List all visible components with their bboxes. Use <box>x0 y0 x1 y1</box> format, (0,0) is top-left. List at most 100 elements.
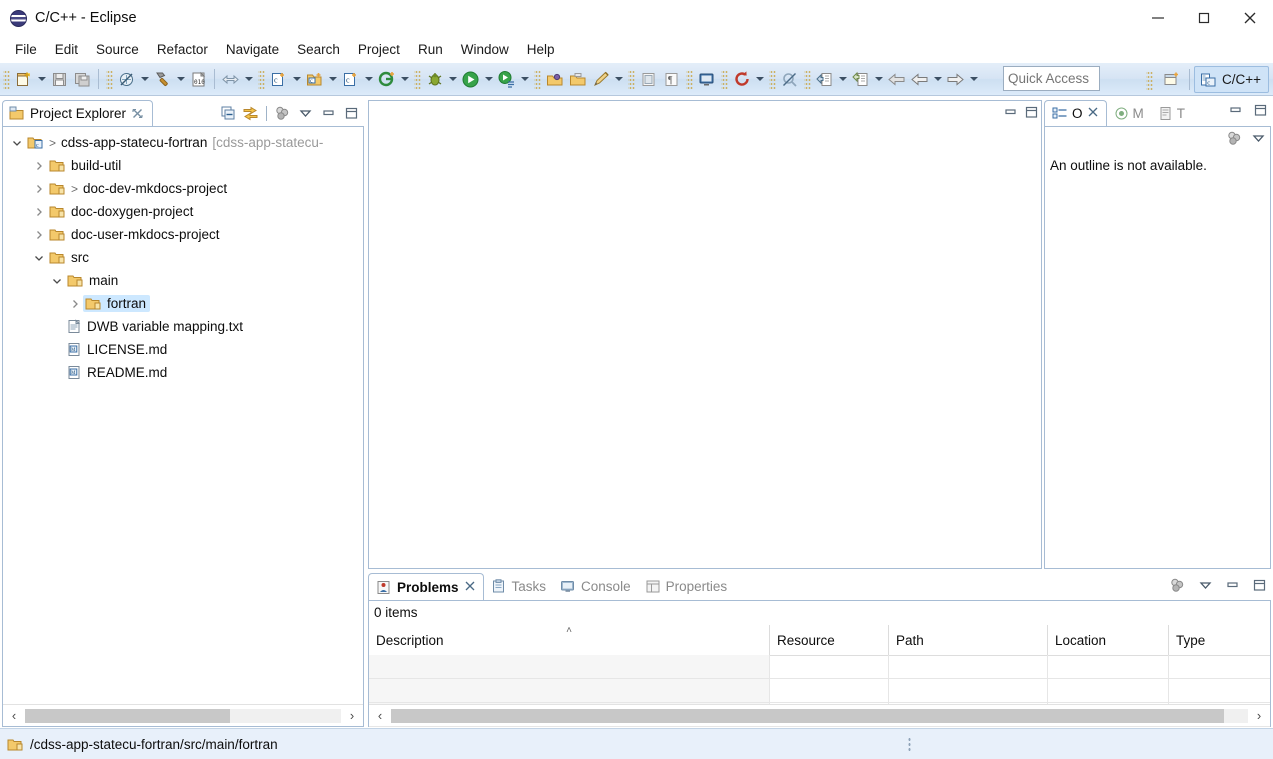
close-tab-icon[interactable] <box>131 107 144 120</box>
maximize-view-icon[interactable] <box>1252 578 1267 595</box>
scroll-left-arrow[interactable]: ‹ <box>3 706 25 726</box>
tab-task-list[interactable]: T <box>1151 100 1192 126</box>
tree-row-doc-user-mkdocs-project[interactable]: doc-user-mkdocs-project <box>3 223 363 246</box>
view-menu-icon[interactable] <box>1198 578 1213 595</box>
open-folder-icon[interactable] <box>566 67 589 91</box>
project-explorer-hscrollbar[interactable]: ‹ › <box>3 704 363 726</box>
toolbar-grip[interactable] <box>414 69 421 89</box>
toolbar-grip[interactable] <box>1145 69 1153 90</box>
scroll-right-arrow[interactable]: › <box>341 706 363 726</box>
toolbar-grip[interactable] <box>769 69 776 89</box>
tab-project-explorer[interactable]: Project Explorer <box>2 100 154 126</box>
view-menu-icon[interactable] <box>295 103 316 124</box>
tab-make-target[interactable]: M <box>1107 100 1151 126</box>
tab-console[interactable]: Console <box>553 573 638 600</box>
view-filters-icon[interactable] <box>1169 577 1186 596</box>
close-button[interactable] <box>1227 0 1273 36</box>
chevron-down-icon[interactable] <box>49 269 65 292</box>
new-cpp-class-dropdown-arrow[interactable] <box>362 67 375 91</box>
maximize-view-icon[interactable] <box>341 103 362 124</box>
maximize-editor-icon[interactable] <box>1024 105 1039 122</box>
toolbar-grip[interactable] <box>804 69 811 89</box>
menu-run[interactable]: Run <box>409 39 452 60</box>
menu-edit[interactable]: Edit <box>46 39 87 60</box>
save-all-icon[interactable] <box>71 67 94 91</box>
tree-row-build-util[interactable]: build-util <box>3 154 363 177</box>
skip-breakpoints-icon[interactable] <box>115 67 138 91</box>
mark-occurrences-icon[interactable] <box>637 67 660 91</box>
tree-row-main[interactable]: main <box>3 269 363 292</box>
maximize-button[interactable] <box>1181 0 1227 36</box>
tab-problems[interactable]: Problems <box>368 573 484 600</box>
scroll-thumb[interactable] <box>391 708 1224 723</box>
table-row[interactable] <box>369 655 1270 679</box>
open-element-icon[interactable] <box>543 67 566 91</box>
menu-refactor[interactable]: Refactor <box>148 39 217 60</box>
view-filters-icon[interactable] <box>1226 130 1243 149</box>
tree-row-src[interactable]: src <box>3 246 363 269</box>
menu-window[interactable]: Window <box>452 39 518 60</box>
run-history-dropdown-arrow[interactable] <box>518 67 531 91</box>
menu-search[interactable]: Search <box>288 39 349 60</box>
toolbar-grip[interactable] <box>686 69 693 89</box>
chevron-right-icon[interactable] <box>31 177 47 200</box>
collapse-all-icon[interactable] <box>217 103 238 124</box>
toolbar-grip[interactable] <box>258 69 265 89</box>
console-icon[interactable] <box>695 67 718 91</box>
toggle-build-target-icon[interactable] <box>219 67 242 91</box>
new-c-class-dropdown-arrow[interactable] <box>290 67 303 91</box>
next-annotation-dropdown-arrow[interactable] <box>872 67 885 91</box>
build-dropdown-arrow[interactable] <box>174 67 187 91</box>
column-header-resource[interactable]: Resource <box>770 625 889 655</box>
minimize-view-icon[interactable] <box>1225 578 1240 595</box>
new-c-project-dropdown-arrow[interactable] <box>326 67 339 91</box>
run-play-icon[interactable] <box>459 67 482 91</box>
new-g-project-icon[interactable] <box>375 67 398 91</box>
debug-dropdown-arrow[interactable] <box>446 67 459 91</box>
skip-breakpoints-dropdown-arrow[interactable] <box>138 67 151 91</box>
new-c-class-icon[interactable]: c <box>267 67 290 91</box>
toolbar-grip[interactable] <box>628 69 635 89</box>
menu-navigate[interactable]: Navigate <box>217 39 288 60</box>
scroll-track[interactable] <box>25 708 341 723</box>
quick-access-input[interactable] <box>1003 66 1100 91</box>
tree-row-fortran[interactable]: fortran <box>3 292 363 315</box>
scroll-right-arrow[interactable]: › <box>1248 706 1270 726</box>
close-tab-icon[interactable] <box>464 580 476 595</box>
minimize-view-icon[interactable] <box>1228 103 1243 120</box>
column-header-type[interactable]: Type <box>1169 625 1270 655</box>
tree-row-license-md[interactable]: M LICENSE.md <box>3 338 363 361</box>
editor-area[interactable] <box>368 100 1042 569</box>
chevron-down-icon[interactable] <box>9 131 25 154</box>
perspective-cpp-button[interactable]: c C/C++ <box>1193 66 1269 93</box>
minimize-view-icon[interactable] <box>318 103 339 124</box>
refresh-icon[interactable] <box>730 67 753 91</box>
menu-help[interactable]: Help <box>518 39 564 60</box>
chevron-right-icon[interactable] <box>31 154 47 177</box>
previous-annotation-dropdown-arrow[interactable] <box>836 67 849 91</box>
forward-history-dropdown-arrow[interactable] <box>967 67 980 91</box>
menu-file[interactable]: File <box>6 39 46 60</box>
chevron-right-icon[interactable] <box>31 223 47 246</box>
chevron-right-icon[interactable] <box>31 200 47 223</box>
refresh-dropdown-arrow[interactable] <box>753 67 766 91</box>
forward-history-icon[interactable] <box>944 67 967 91</box>
new-c-project-icon[interactable]: c <box>303 67 326 91</box>
scroll-track[interactable] <box>391 708 1248 723</box>
view-menu-icon[interactable] <box>1251 131 1266 148</box>
open-perspective-icon[interactable] <box>1159 67 1185 92</box>
tab-outline[interactable]: O <box>1044 100 1107 126</box>
backward-history-icon[interactable] <box>908 67 931 91</box>
scroll-thumb[interactable] <box>25 708 230 723</box>
problems-hscrollbar[interactable]: ‹ › <box>369 704 1270 726</box>
chevron-right-icon[interactable] <box>67 292 83 315</box>
menu-source[interactable]: Source <box>87 39 148 60</box>
chevron-down-icon[interactable] <box>31 246 47 269</box>
scroll-left-arrow[interactable]: ‹ <box>369 706 391 726</box>
new-file-dropdown-arrow[interactable] <box>35 67 48 91</box>
minimize-editor-icon[interactable] <box>1003 105 1018 122</box>
search-disabled-icon[interactable] <box>778 67 801 91</box>
view-filters-icon[interactable] <box>272 103 293 124</box>
show-whitespace-icon[interactable]: ¶ <box>660 67 683 91</box>
binary-010-icon[interactable]: 010 <box>187 67 210 91</box>
